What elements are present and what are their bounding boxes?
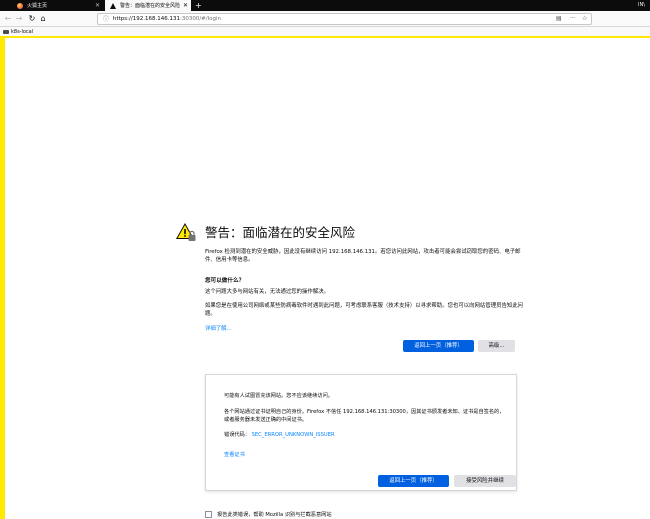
url-bar[interactable]: ⓘ https://192.168.146.131:30300/#/login … — [97, 13, 592, 25]
tab-label: 警告：面临潜在的安全风险 — [120, 3, 181, 9]
reader-view-icon[interactable]: ▤ — [556, 14, 562, 24]
error-code-line: 错误代码： SEC_ERROR_UNKNOWN_ISSUER — [224, 431, 335, 439]
page-title: 警告：面临潜在的安全风险 — [205, 225, 356, 240]
advanced-text-1: 可能有人试图冒充该网站。您不应该继续访问。 — [224, 393, 333, 399]
close-icon[interactable]: ✕ — [183, 0, 188, 11]
advanced-panel: 可能有人试图冒充该网站。您不应该继续访问。 各个网站通过证书证明自己的身份。Fi… — [205, 374, 517, 491]
error-code-label: 错误代码： — [224, 432, 250, 438]
library-icon[interactable]: IN\ — [638, 0, 645, 11]
tab-strip: 火狐主页 ✕ 警告：面临潜在的安全风险 ✕ + IN\ — [0, 0, 650, 11]
folder-icon — [3, 29, 9, 34]
new-tab-button[interactable]: + — [195, 0, 202, 11]
view-certificate-link[interactable]: 查看证书 — [224, 451, 245, 458]
bookmark-star-icon[interactable]: ☆ — [582, 14, 587, 24]
warning-icon — [110, 2, 116, 9]
learn-more-link[interactable]: 详细了解... — [205, 324, 232, 332]
report-checkbox-label: 报告此类错误，帮助 Mozilla 识别与拦截恶意网站 — [217, 512, 332, 518]
firefox-icon — [17, 2, 23, 9]
warning-lock-icon — [176, 223, 196, 241]
what-can-you-do-heading: 您可以做什么？ — [205, 278, 245, 284]
error-code-link[interactable]: SEC_ERROR_UNKNOWN_ISSUER — [252, 432, 335, 438]
url-prefix: https:// — [113, 16, 133, 22]
advanced-button[interactable]: 高级... — [478, 340, 515, 352]
tab-security-warning[interactable]: 警告：面临潜在的安全风险 ✕ — [105, 0, 191, 11]
bookmarks-toolbar: k8s-local — [0, 27, 650, 36]
report-error-row: 报告此类错误，帮助 Mozilla 识别与拦截恶意网站 — [205, 511, 332, 518]
report-checkbox[interactable] — [205, 511, 212, 518]
bookmark-k8s-local[interactable]: k8s-local — [3, 27, 33, 36]
tab-label: 火狐主页 — [27, 3, 48, 9]
accept-risk-button[interactable]: 接受风险并继续 — [454, 475, 516, 487]
close-icon[interactable]: ✕ — [95, 0, 100, 11]
advanced-text-2: 各个网站通过证书证明自己的身份。Firefox 不信任 192.168.146.… — [224, 409, 505, 423]
tab-firefox-home[interactable]: 火狐主页 ✕ — [0, 0, 105, 11]
home-icon[interactable]: ⌂ — [38, 13, 48, 24]
forward-arrow-icon[interactable]: → — [14, 13, 24, 24]
go-back-button-2[interactable]: 返回上一页（推荐） — [378, 475, 449, 487]
go-back-button[interactable]: 返回上一页（推荐） — [403, 340, 474, 352]
page-actions-icon[interactable]: ··· — [570, 14, 576, 24]
what-text-2: 如果您是在使用公司网络或某些防病毒软件时遇到此问题，可考虑联系客服（技术支持）以… — [205, 303, 524, 318]
url-text[interactable]: https://192.168.146.131:30300/#/login — [113, 14, 221, 24]
navigation-bar: ← → ↻ ⌂ ⓘ https://192.168.146.131:30300/… — [0, 11, 650, 27]
url-host: 192.168.146.131 — [132, 16, 180, 22]
site-info-icon[interactable]: ⓘ — [103, 15, 109, 24]
back-arrow-icon[interactable]: ← — [3, 13, 13, 24]
bookmark-label: k8s-local — [11, 28, 34, 35]
what-text-1: 这个问题大多与网站有关，无法通过您的操作解决。 — [205, 289, 329, 295]
intro-text: Firefox 检测到潜在的安全威胁，因此没有继续访问 192.168.146.… — [205, 249, 521, 264]
reload-icon[interactable]: ↻ — [27, 13, 37, 24]
url-path: :30300/#/login — [179, 16, 222, 22]
